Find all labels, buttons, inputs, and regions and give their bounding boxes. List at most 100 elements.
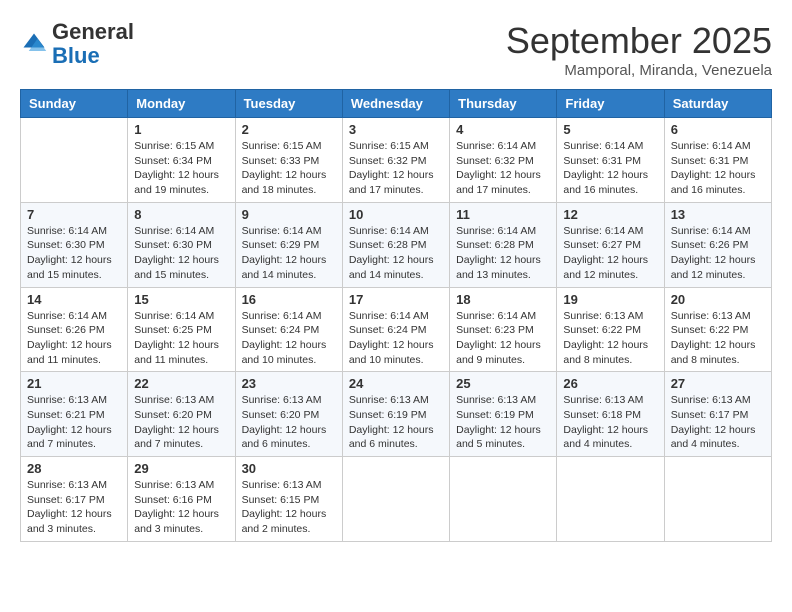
day-number: 1 <box>134 122 228 137</box>
day-number: 9 <box>242 207 336 222</box>
calendar-cell: 16Sunrise: 6:14 AMSunset: 6:24 PMDayligh… <box>235 287 342 372</box>
day-info: Sunrise: 6:13 AMSunset: 6:22 PMDaylight:… <box>563 309 657 368</box>
calendar-week-3: 14Sunrise: 6:14 AMSunset: 6:26 PMDayligh… <box>21 287 772 372</box>
calendar-cell: 19 Sunrise: 6:13 AMSunset: 6:22 PMDayligh… <box>557 287 664 372</box>
day-number: 26 <box>563 376 657 391</box>
day-number: 15 <box>134 292 228 307</box>
title-block: September 2025 Mamporal, Miranda, Venezu… <box>506 20 772 79</box>
day-number: 3 <box>349 122 443 137</box>
calendar-cell: 18 Sunrise: 6:14 AMSunset: 6:23 PMDayligh… <box>450 287 557 372</box>
day-number: 6 <box>671 122 765 137</box>
calendar-cell <box>450 457 557 542</box>
header-tuesday: Tuesday <box>235 90 342 118</box>
calendar-cell: 9 Sunrise: 6:14 AMSunset: 6:29 PMDaylight… <box>235 202 342 287</box>
day-number: 22 <box>134 376 228 391</box>
calendar-cell: 12 Sunrise: 6:14 AMSunset: 6:27 PMDayligh… <box>557 202 664 287</box>
calendar-header-row: SundayMondayTuesdayWednesdayThursdayFrid… <box>21 90 772 118</box>
header-sunday: Sunday <box>21 90 128 118</box>
day-info: Sunrise: 6:14 AMSunset: 6:25 PMDaylight:… <box>134 309 228 368</box>
header-thursday: Thursday <box>450 90 557 118</box>
calendar-cell: 24 Sunrise: 6:13 AMSunset: 6:19 PMDayligh… <box>342 372 449 457</box>
day-number: 30 <box>242 461 336 476</box>
header-monday: Monday <box>128 90 235 118</box>
calendar-cell <box>21 118 128 203</box>
day-info: Sunrise: 6:14 AMSunset: 6:30 PMDaylight:… <box>27 224 121 283</box>
calendar-cell: 20 Sunrise: 6:13 AMSunset: 6:22 PMDayligh… <box>664 287 771 372</box>
day-number: 7 <box>27 207 121 222</box>
day-number: 27 <box>671 376 765 391</box>
day-number: 28 <box>27 461 121 476</box>
day-number: 11 <box>456 207 550 222</box>
day-info: Sunrise: 6:14 AMSunset: 6:28 PMDaylight:… <box>349 224 443 283</box>
page-header: General Blue September 2025 Mamporal, Mi… <box>20 20 772 79</box>
day-number: 21 <box>27 376 121 391</box>
day-number: 13 <box>671 207 765 222</box>
calendar-cell: 2 Sunrise: 6:15 AMSunset: 6:33 PMDaylight… <box>235 118 342 203</box>
calendar-cell: 8 Sunrise: 6:14 AMSunset: 6:30 PMDaylight… <box>128 202 235 287</box>
calendar-cell: 3 Sunrise: 6:15 AMSunset: 6:32 PMDaylight… <box>342 118 449 203</box>
day-info: Sunrise: 6:15 AMSunset: 6:34 PMDaylight:… <box>134 139 228 198</box>
calendar-cell: 13 Sunrise: 6:14 AMSunset: 6:26 PMDayligh… <box>664 202 771 287</box>
calendar-cell: 1 Sunrise: 6:15 AMSunset: 6:34 PMDaylight… <box>128 118 235 203</box>
day-info: Sunrise: 6:14 AMSunset: 6:30 PMDaylight:… <box>134 224 228 283</box>
day-info: Sunrise: 6:13 AMSunset: 6:15 PMDaylight:… <box>242 478 336 537</box>
header-wednesday: Wednesday <box>342 90 449 118</box>
calendar-cell: 11Sunrise: 6:14 AMSunset: 6:28 PMDayligh… <box>450 202 557 287</box>
calendar-cell: 26 Sunrise: 6:13 AMSunset: 6:18 PMDayligh… <box>557 372 664 457</box>
day-number: 5 <box>563 122 657 137</box>
day-info: Sunrise: 6:14 AMSunset: 6:24 PMDaylight:… <box>349 309 443 368</box>
calendar-week-4: 21Sunrise: 6:13 AMSunset: 6:21 PMDayligh… <box>21 372 772 457</box>
day-info: Sunrise: 6:13 AMSunset: 6:20 PMDaylight:… <box>242 393 336 452</box>
day-info: Sunrise: 6:13 AMSunset: 6:22 PMDaylight:… <box>671 309 765 368</box>
day-number: 2 <box>242 122 336 137</box>
day-number: 25 <box>456 376 550 391</box>
calendar-cell: 7 Sunrise: 6:14 AMSunset: 6:30 PMDaylight… <box>21 202 128 287</box>
calendar-cell: 22Sunrise: 6:13 AMSunset: 6:20 PMDayligh… <box>128 372 235 457</box>
day-info: Sunrise: 6:13 AMSunset: 6:19 PMDaylight:… <box>456 393 550 452</box>
logo-icon <box>20 30 48 58</box>
calendar-table: SundayMondayTuesdayWednesdayThursdayFrid… <box>20 89 772 542</box>
day-number: 29 <box>134 461 228 476</box>
calendar-cell: 6Sunrise: 6:14 AMSunset: 6:31 PMDaylight… <box>664 118 771 203</box>
day-number: 14 <box>27 292 121 307</box>
calendar-cell: 27 Sunrise: 6:13 AMSunset: 6:17 PMDayligh… <box>664 372 771 457</box>
day-number: 18 <box>456 292 550 307</box>
day-info: Sunrise: 6:14 AMSunset: 6:26 PMDaylight:… <box>671 224 765 283</box>
day-number: 20 <box>671 292 765 307</box>
calendar-body: 1 Sunrise: 6:15 AMSunset: 6:34 PMDaylight… <box>21 118 772 542</box>
day-number: 16 <box>242 292 336 307</box>
day-info: Sunrise: 6:13 AMSunset: 6:19 PMDaylight:… <box>349 393 443 452</box>
calendar-cell <box>664 457 771 542</box>
month-title: September 2025 <box>506 20 772 62</box>
day-number: 17 <box>349 292 443 307</box>
day-info: Sunrise: 6:14 AMSunset: 6:27 PMDaylight:… <box>563 224 657 283</box>
location-subtitle: Mamporal, Miranda, Venezuela <box>506 62 772 79</box>
calendar-cell: 29Sunrise: 6:13 AMSunset: 6:16 PMDayligh… <box>128 457 235 542</box>
calendar-cell: 4Sunrise: 6:14 AMSunset: 6:32 PMDaylight… <box>450 118 557 203</box>
day-info: Sunrise: 6:13 AMSunset: 6:17 PMDaylight:… <box>671 393 765 452</box>
calendar-cell: 25 Sunrise: 6:13 AMSunset: 6:19 PMDayligh… <box>450 372 557 457</box>
day-number: 23 <box>242 376 336 391</box>
calendar-cell: 30 Sunrise: 6:13 AMSunset: 6:15 PMDayligh… <box>235 457 342 542</box>
header-saturday: Saturday <box>664 90 771 118</box>
calendar-cell: 14Sunrise: 6:14 AMSunset: 6:26 PMDayligh… <box>21 287 128 372</box>
day-info: Sunrise: 6:14 AMSunset: 6:29 PMDaylight:… <box>242 224 336 283</box>
calendar-cell: 15 Sunrise: 6:14 AMSunset: 6:25 PMDayligh… <box>128 287 235 372</box>
day-info: Sunrise: 6:14 AMSunset: 6:23 PMDaylight:… <box>456 309 550 368</box>
day-number: 8 <box>134 207 228 222</box>
calendar-week-1: 1 Sunrise: 6:15 AMSunset: 6:34 PMDaylight… <box>21 118 772 203</box>
calendar-week-5: 28 Sunrise: 6:13 AMSunset: 6:17 PMDayligh… <box>21 457 772 542</box>
calendar-cell <box>342 457 449 542</box>
day-number: 12 <box>563 207 657 222</box>
calendar-cell <box>557 457 664 542</box>
calendar-week-2: 7 Sunrise: 6:14 AMSunset: 6:30 PMDaylight… <box>21 202 772 287</box>
calendar-cell: 23 Sunrise: 6:13 AMSunset: 6:20 PMDayligh… <box>235 372 342 457</box>
day-number: 19 <box>563 292 657 307</box>
day-number: 24 <box>349 376 443 391</box>
day-info: Sunrise: 6:13 AMSunset: 6:18 PMDaylight:… <box>563 393 657 452</box>
calendar-cell: 5Sunrise: 6:14 AMSunset: 6:31 PMDaylight… <box>557 118 664 203</box>
day-info: Sunrise: 6:15 AMSunset: 6:33 PMDaylight:… <box>242 139 336 198</box>
day-info: Sunrise: 6:15 AMSunset: 6:32 PMDaylight:… <box>349 139 443 198</box>
day-info: Sunrise: 6:13 AMSunset: 6:17 PMDaylight:… <box>27 478 121 537</box>
logo: General Blue <box>20 20 134 68</box>
